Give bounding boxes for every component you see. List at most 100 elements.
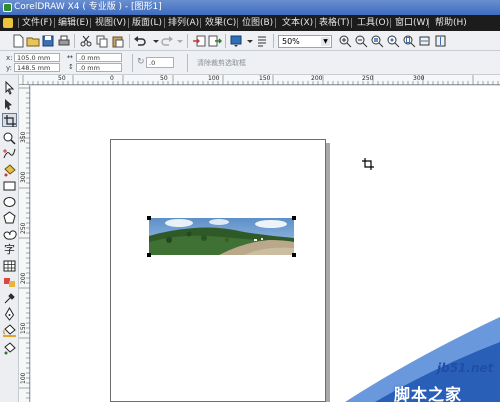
landscape-photo-image	[149, 218, 294, 255]
x-position-label: x:	[6, 54, 13, 62]
menu-table[interactable]: 表格(T)	[319, 15, 350, 31]
property-bar: x: 105.0 mm y: 148.5 mm ↔ .0 mm ↕ .0 mm …	[0, 51, 500, 75]
smart-fill-icon[interactable]	[2, 163, 17, 177]
menu-bitmaps[interactable]: 位图(B)	[242, 15, 273, 31]
ruler-label: 50	[58, 75, 66, 82]
menu-arrange[interactable]: 排列(A)	[168, 15, 199, 31]
toolbar-separator	[187, 34, 188, 48]
y-position-label: y:	[6, 64, 12, 72]
outline-pen-icon[interactable]	[2, 307, 17, 321]
save-icon[interactable]	[41, 34, 55, 48]
rectangle-tool-icon[interactable]	[2, 179, 17, 193]
rotation-angle-field[interactable]: .0	[146, 57, 174, 68]
table-tool-icon[interactable]	[2, 259, 17, 273]
menu-separator	[428, 18, 429, 28]
height-field[interactable]: .0 mm	[76, 63, 122, 72]
zoom-width-icon[interactable]	[418, 34, 432, 48]
vertical-ruler[interactable]: 350 300 250 200 150 100	[19, 85, 30, 402]
menu-separator	[351, 18, 352, 28]
zoom-all-icon[interactable]	[386, 34, 400, 48]
watermark-site-name: 脚本之家	[394, 385, 463, 402]
print-icon[interactable]	[57, 34, 71, 48]
shape-tool-icon[interactable]	[2, 97, 17, 111]
crop-tool-icon[interactable]	[2, 113, 17, 127]
toolbar-separator	[74, 34, 75, 48]
import-icon[interactable]	[192, 34, 206, 48]
export-icon[interactable]	[208, 34, 222, 48]
zoom-tool-icon[interactable]	[2, 131, 17, 145]
text-tool-icon[interactable]: 字	[2, 243, 17, 257]
coreldraw-app-icon	[3, 3, 12, 12]
ruler-label: 300	[413, 75, 425, 82]
interactive-fill-icon[interactable]	[2, 341, 17, 355]
paste-icon[interactable]	[111, 34, 125, 48]
cut-icon[interactable]	[79, 34, 93, 48]
menu-file[interactable]: 文件(F)	[22, 15, 52, 31]
menu-layout[interactable]: 版面(L)	[132, 15, 162, 31]
width-field[interactable]: .0 mm	[76, 53, 122, 62]
horizontal-ruler[interactable]: 50 0 50 100 150 200 250 300	[19, 75, 500, 85]
landscape-bitmap[interactable]	[149, 218, 294, 255]
basic-shapes-icon[interactable]	[2, 227, 17, 241]
propbar-separator	[187, 54, 188, 72]
redo-dropdown-icon[interactable]	[173, 34, 187, 48]
welcome-screen-icon[interactable]	[255, 34, 269, 48]
ruler-label: 200	[20, 272, 27, 284]
x-position-field[interactable]: 105.0 mm	[14, 53, 60, 62]
selection-handle-top-right[interactable]	[292, 216, 296, 220]
menu-effects[interactable]: 效果(C)	[205, 15, 236, 31]
menu-separator	[200, 18, 201, 28]
selection-handle-top-left[interactable]	[147, 216, 151, 220]
open-icon[interactable]	[26, 34, 40, 48]
chevron-down-icon[interactable]: ▼	[321, 37, 330, 46]
polygon-tool-icon[interactable]	[2, 211, 17, 225]
zoom-height-icon[interactable]	[434, 34, 448, 48]
selection-handle-bottom-left[interactable]	[147, 253, 151, 257]
toolbox: 字	[0, 75, 19, 402]
ruler-label: 150	[20, 322, 27, 334]
height-arrows-icon: ↕	[68, 63, 74, 71]
eyedropper-icon[interactable]	[2, 291, 17, 305]
pick-tool-icon[interactable]	[2, 81, 17, 95]
interactive-blend-icon[interactable]	[2, 275, 17, 289]
copy-icon[interactable]	[95, 34, 109, 48]
width-arrows-icon: ↔	[67, 53, 73, 61]
clear-crop-marquee-button[interactable]: 清除裁剪选取框	[197, 58, 246, 68]
menu-view[interactable]: 视图(V)	[95, 15, 126, 31]
new-icon[interactable]	[11, 34, 25, 48]
fill-tool-icon[interactable]	[2, 323, 17, 337]
selection-handle-bottom-right[interactable]	[292, 253, 296, 257]
coreldraw-window: CorelDRAW X4 ( 专业版 ) - [图形1] 文件(F) 编辑(E)…	[0, 0, 500, 402]
menu-help[interactable]: 帮助(H)	[435, 15, 467, 31]
zoom-out-icon[interactable]	[354, 34, 368, 48]
menu-text[interactable]: 文本(X)	[282, 15, 313, 31]
menu-separator	[90, 18, 91, 28]
menu-separator	[390, 18, 391, 28]
ruler-label: 350	[20, 131, 27, 143]
ruler-label: 0	[110, 75, 114, 82]
zoom-level-value: 50%	[282, 37, 300, 46]
rotation-icon: ↻	[137, 57, 145, 67]
zoom-selected-icon[interactable]	[370, 34, 384, 48]
zoom-in-icon[interactable]	[338, 34, 352, 48]
ruler-label: 250	[20, 222, 27, 234]
application-launcher-icon[interactable]	[229, 34, 243, 48]
menu-separator	[54, 18, 55, 28]
freehand-tool-icon[interactable]	[2, 147, 17, 161]
redo-icon[interactable]	[160, 34, 174, 48]
ruler-label: 100	[20, 372, 27, 384]
menu-separator	[315, 18, 316, 28]
menu-edit[interactable]: 编辑(E)	[58, 15, 89, 31]
zoom-level-select[interactable]: 50% ▼	[278, 35, 332, 48]
document-icon[interactable]	[3, 18, 13, 28]
ruler-label: 250	[362, 75, 374, 82]
menu-tools[interactable]: 工具(O)	[357, 15, 389, 31]
y-position-field[interactable]: 148.5 mm	[14, 63, 60, 72]
toolbar-separator	[273, 34, 274, 48]
ruler-label: 200	[311, 75, 323, 82]
zoom-page-icon[interactable]	[402, 34, 416, 48]
undo-icon[interactable]	[133, 34, 147, 48]
menu-window[interactable]: 窗口(W)	[395, 15, 429, 31]
document-page[interactable]	[110, 139, 326, 402]
ellipse-tool-icon[interactable]	[2, 195, 17, 209]
